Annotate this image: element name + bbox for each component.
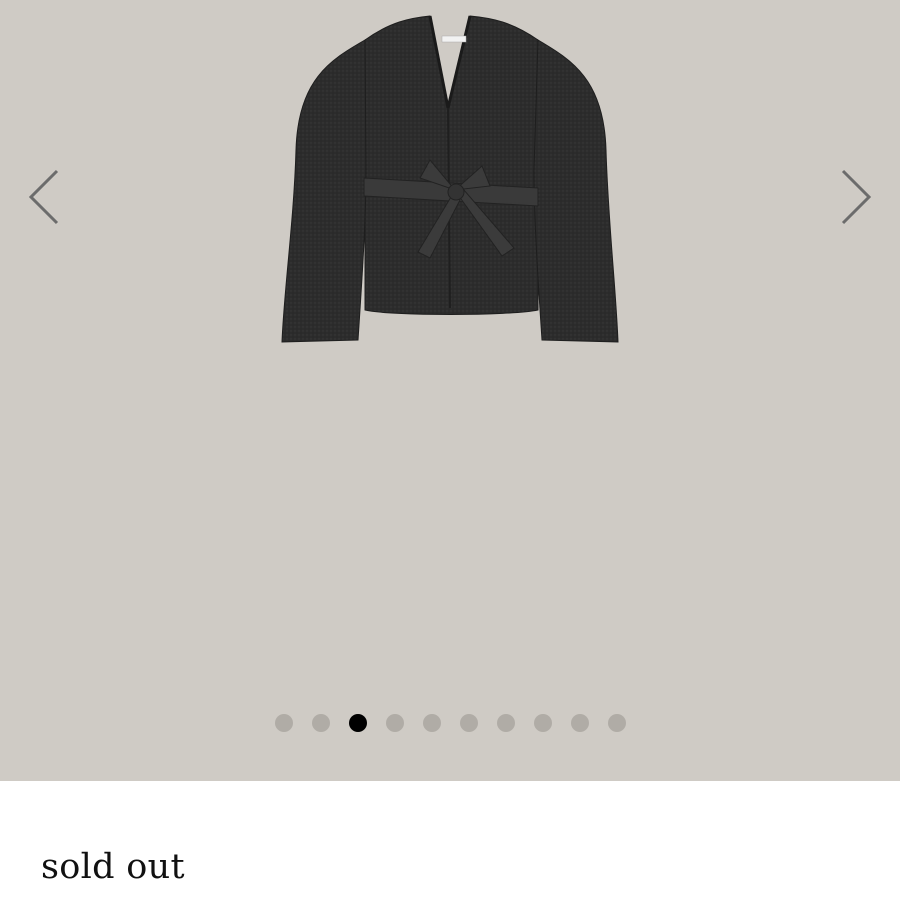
pagination-dot-3-active[interactable] (348, 714, 367, 732)
next-image-button[interactable] (835, 165, 875, 229)
pagination-dot-1[interactable] (274, 714, 293, 732)
pagination-dot-6[interactable] (459, 714, 478, 732)
pagination-dot-5[interactable] (422, 714, 441, 732)
product-image-gallery[interactable] (0, 0, 900, 781)
pagination-dot-10[interactable] (607, 714, 626, 732)
pagination-dot-9[interactable] (570, 714, 589, 732)
cardigan-product-image (281, 15, 619, 343)
previous-image-button[interactable] (25, 165, 65, 229)
pagination-dot-4[interactable] (385, 714, 404, 732)
chevron-right-icon (841, 169, 872, 225)
gallery-pagination-dots (0, 714, 900, 734)
pagination-dot-2[interactable] (311, 714, 330, 732)
chevron-left-icon (28, 169, 59, 225)
pagination-dot-8[interactable] (533, 714, 552, 732)
sold-out-status: sold out (41, 847, 185, 887)
pagination-dot-7[interactable] (496, 714, 515, 732)
